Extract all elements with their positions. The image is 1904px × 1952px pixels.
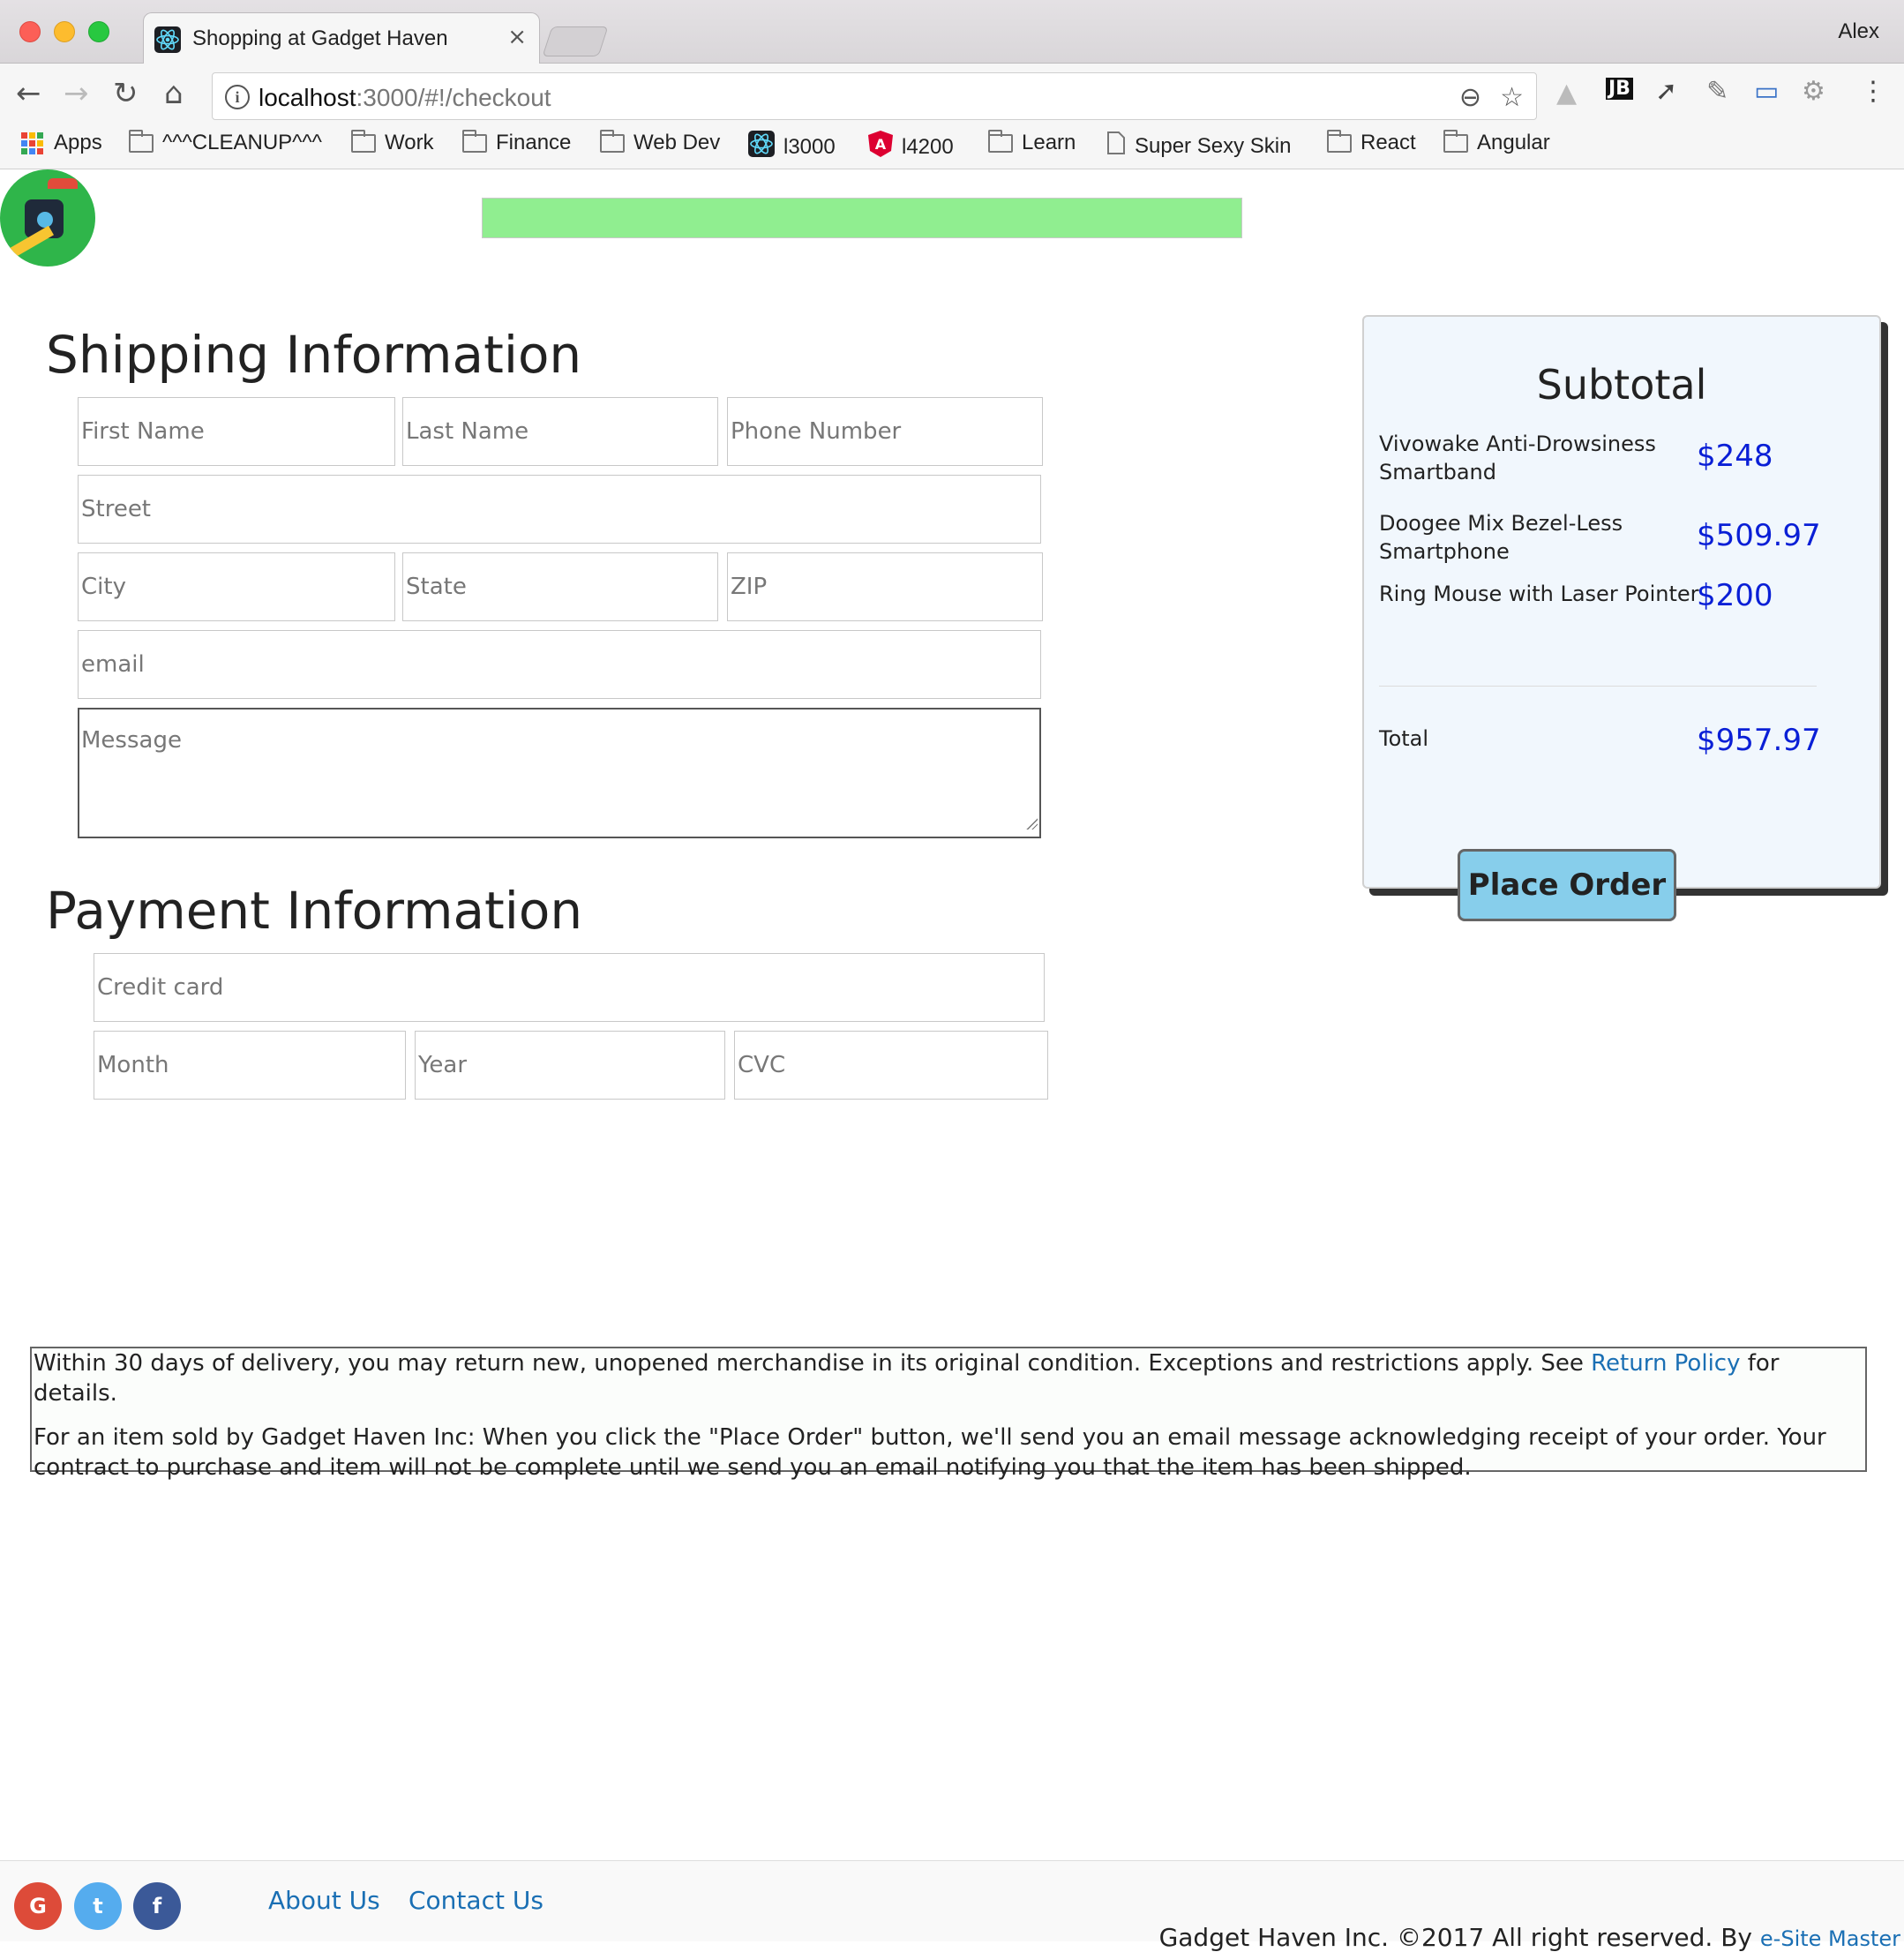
summary-title: Subtotal bbox=[1536, 361, 1707, 409]
phone-input[interactable] bbox=[727, 397, 1043, 466]
checkout-progress-bar bbox=[482, 198, 1242, 238]
total-value: $957.97 bbox=[1697, 723, 1821, 758]
bookmarks-bar: Apps ^^^CLEANUP^^^ Work Finance Web Dev … bbox=[0, 125, 1904, 169]
about-us-link[interactable]: About Us bbox=[268, 1886, 380, 1915]
folder-icon bbox=[1443, 129, 1468, 153]
react-icon bbox=[748, 131, 775, 163]
browser-toolbar: ← → ↻ ⌂ i localhost:3000/#!/checkout ⊖ ☆… bbox=[0, 64, 1904, 125]
maximize-window-button[interactable] bbox=[88, 21, 109, 42]
city-input[interactable] bbox=[78, 552, 395, 621]
bookmark-super-sexy-skin[interactable]: Super Sexy Skin bbox=[1106, 131, 1291, 161]
first-name-input[interactable] bbox=[78, 397, 395, 466]
apps-grid-icon bbox=[21, 131, 43, 154]
state-input[interactable] bbox=[402, 552, 718, 621]
close-window-button[interactable] bbox=[19, 21, 41, 42]
bookmark-angular[interactable]: Angular bbox=[1443, 129, 1550, 155]
zoom-icon[interactable]: ⊖ bbox=[1459, 82, 1481, 113]
summary-item-name: Doogee Mix Bezel-Less Smartphone bbox=[1379, 511, 1623, 564]
page-footer: G t f About Us Contact Us Gadget Haven I… bbox=[0, 1860, 1904, 1952]
summary-item-name: Ring Mouse with Laser Pointer bbox=[1379, 582, 1699, 606]
bookmark-finance[interactable]: Finance bbox=[462, 129, 571, 155]
folder-icon bbox=[600, 129, 625, 153]
minimize-window-button[interactable] bbox=[54, 21, 75, 42]
page-icon bbox=[1106, 131, 1126, 161]
summary-item-price: $200 bbox=[1697, 578, 1773, 613]
cvc-input[interactable] bbox=[734, 1031, 1048, 1100]
message-textarea[interactable] bbox=[78, 708, 1041, 838]
tab-title: Shopping at Gadget Haven bbox=[192, 26, 448, 50]
eyedropper-extension-icon[interactable]: ✎ bbox=[1706, 76, 1728, 107]
total-label: Total bbox=[1379, 726, 1429, 751]
folder-icon bbox=[988, 129, 1013, 153]
jetbrains-extension-icon[interactable]: JB bbox=[1606, 78, 1633, 100]
bookmark-l3000[interactable]: l3000 bbox=[748, 131, 836, 163]
credit-card-input[interactable] bbox=[94, 953, 1045, 1022]
browser-tab-active[interactable]: Shopping at Gadget Haven × bbox=[143, 12, 540, 64]
bookmark-cleanup[interactable]: ^^^CLEANUP^^^ bbox=[129, 129, 322, 155]
summary-item-price: $248 bbox=[1697, 439, 1773, 474]
folder-icon bbox=[351, 129, 376, 153]
bookmark-star-icon[interactable]: ☆ bbox=[1500, 82, 1524, 113]
back-arrow-icon[interactable]: ← bbox=[16, 76, 41, 111]
email-input[interactable] bbox=[78, 630, 1041, 699]
payment-title: Payment Information bbox=[46, 881, 583, 941]
svg-text:A: A bbox=[875, 136, 887, 153]
angular-icon: A bbox=[868, 131, 893, 163]
resize-grip-icon[interactable] bbox=[1025, 817, 1038, 830]
menu-dots-icon[interactable]: ⋮ bbox=[1860, 76, 1886, 107]
bookmark-learn[interactable]: Learn bbox=[988, 129, 1076, 155]
month-input[interactable] bbox=[94, 1031, 406, 1100]
zip-input[interactable] bbox=[727, 552, 1043, 621]
shipping-title: Shipping Information bbox=[46, 325, 582, 385]
site-info-icon[interactable]: i bbox=[225, 85, 250, 109]
last-name-input[interactable] bbox=[402, 397, 718, 466]
contact-us-link[interactable]: Contact Us bbox=[409, 1886, 543, 1915]
profile-name[interactable]: Alex bbox=[1838, 19, 1879, 44]
twitter-icon[interactable]: t bbox=[74, 1882, 122, 1930]
summary-item-name: Vivowake Anti-Drowsiness Smartband bbox=[1379, 432, 1656, 484]
credit-link[interactable]: e-Site Master bbox=[1760, 1926, 1900, 1951]
forward-arrow-icon[interactable]: → bbox=[64, 76, 89, 111]
reload-icon[interactable]: ↻ bbox=[113, 76, 139, 111]
return-policy-link[interactable]: Return Policy bbox=[1591, 1350, 1740, 1377]
bookmark-work[interactable]: Work bbox=[351, 129, 434, 155]
year-input[interactable] bbox=[415, 1031, 725, 1100]
order-summary-panel: Subtotal Vivowake Anti-Drowsiness Smartb… bbox=[1362, 315, 1881, 889]
google-plus-icon[interactable]: G bbox=[14, 1882, 62, 1930]
folder-icon bbox=[1327, 129, 1352, 153]
url-text: localhost:3000/#!/checkout bbox=[259, 84, 551, 111]
folder-icon bbox=[129, 129, 154, 153]
summary-divider bbox=[1379, 686, 1817, 687]
place-order-button[interactable]: Place Order bbox=[1458, 849, 1676, 921]
return-policy-notice: Within 30 days of delivery, you may retu… bbox=[30, 1347, 1867, 1481]
drive-extension-icon[interactable]: ▲ bbox=[1556, 78, 1577, 109]
order-terms-text: For an item sold by Gadget Haven Inc: Wh… bbox=[34, 1424, 1826, 1481]
close-tab-icon[interactable]: × bbox=[507, 24, 527, 50]
copyright-text: Gadget Haven Inc. ©2017 All right reserv… bbox=[1158, 1923, 1900, 1952]
folder-icon bbox=[462, 129, 487, 153]
bookmark-apps[interactable]: Apps bbox=[21, 131, 102, 155]
bookmark-react[interactable]: React bbox=[1327, 129, 1416, 155]
react-favicon-icon bbox=[154, 26, 181, 53]
settings-extension-icon[interactable]: ⚙ bbox=[1802, 76, 1825, 107]
gadget-haven-logo[interactable] bbox=[0, 169, 95, 267]
street-input[interactable] bbox=[78, 475, 1041, 544]
address-bar[interactable]: i localhost:3000/#!/checkout ⊖ ☆ bbox=[212, 72, 1537, 120]
screen-extension-icon[interactable]: ▭ bbox=[1754, 76, 1779, 107]
new-tab-button[interactable] bbox=[542, 26, 609, 56]
bookmark-l4200[interactable]: Al4200 bbox=[868, 131, 954, 163]
cursor-extension-icon[interactable]: ➚ bbox=[1655, 76, 1677, 107]
browser-titlebar: Shopping at Gadget Haven × Alex bbox=[0, 0, 1904, 64]
facebook-icon[interactable]: f bbox=[133, 1882, 181, 1930]
checkout-page: Shipping Information Payment Information… bbox=[0, 169, 1904, 1952]
return-policy-text: Within 30 days of delivery, you may retu… bbox=[34, 1350, 1780, 1407]
bookmark-web-dev[interactable]: Web Dev bbox=[600, 129, 720, 155]
summary-item-price: $509.97 bbox=[1697, 518, 1821, 553]
home-icon[interactable]: ⌂ bbox=[164, 76, 184, 111]
